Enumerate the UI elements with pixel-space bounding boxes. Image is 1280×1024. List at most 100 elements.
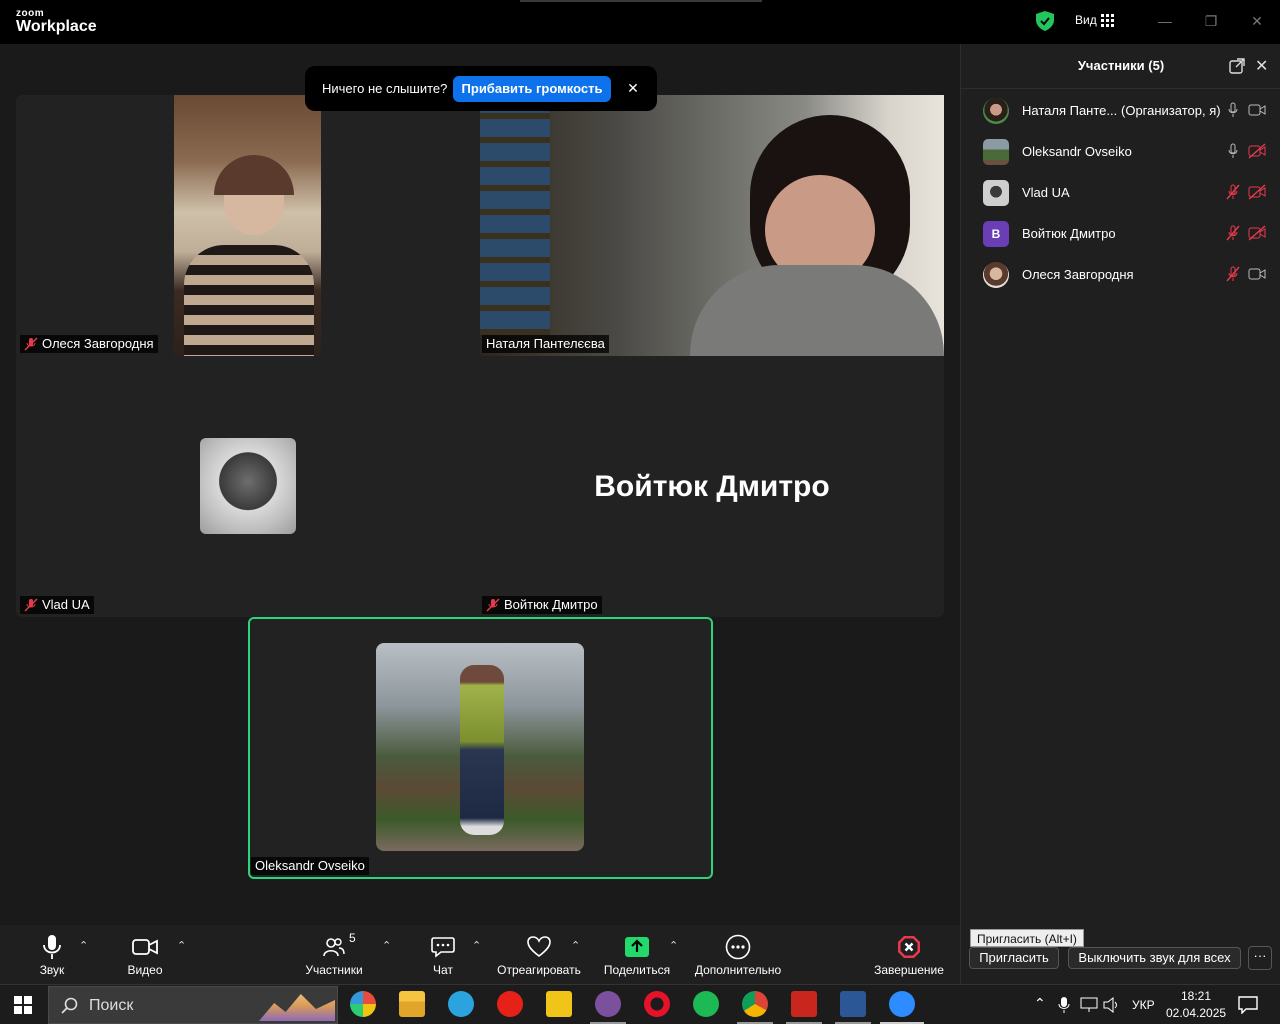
mic-muted-icon: [486, 598, 500, 612]
participant-row[interactable]: Олеся Завгородня: [961, 254, 1280, 295]
mic-muted-icon: [24, 598, 38, 612]
participant-name: Vlad UA: [1022, 185, 1070, 200]
participant-avatar: [983, 262, 1009, 288]
tray-microphone-icon[interactable]: [1058, 996, 1070, 1014]
notifications-icon[interactable]: [1238, 996, 1258, 1014]
minimize-button[interactable]: —: [1153, 10, 1177, 32]
chat-options-caret-icon[interactable]: ⌃: [472, 939, 481, 952]
share-screen-button[interactable]: Поделиться: [602, 931, 672, 977]
video-options-caret-icon[interactable]: ⌃: [177, 939, 186, 952]
audio-options-caret-icon[interactable]: ⌃: [79, 939, 88, 952]
participant-row[interactable]: Vlad UA: [961, 172, 1280, 213]
panel-more-button[interactable]: ···: [1248, 946, 1272, 970]
more-options-icon: [725, 934, 751, 960]
zoom-taskbar-icon[interactable]: [889, 991, 915, 1017]
mic-icon[interactable]: [1225, 102, 1241, 118]
voitiuk-name-display: Войтюк Дмитро: [594, 470, 830, 503]
view-button[interactable]: Вид: [1075, 13, 1097, 27]
viber-icon[interactable]: [595, 991, 621, 1017]
mic-muted-icon[interactable]: [1225, 266, 1241, 282]
taskbar-search[interactable]: Поиск: [48, 986, 338, 1024]
camera-off-icon[interactable]: [1248, 184, 1266, 200]
close-panel-icon[interactable]: ✕: [1255, 56, 1268, 76]
video-olesya[interactable]: [174, 95, 321, 356]
audio-button[interactable]: Звук: [30, 931, 74, 977]
windows-start-icon[interactable]: [14, 996, 32, 1014]
invite-tooltip: Пригласить (Alt+I): [970, 929, 1084, 947]
meeting-toolbar: Звук ⌃ Видео ⌃ 5 Участники ⌃ Чат ⌃ Отреа…: [0, 925, 960, 984]
microphone-icon: [43, 935, 61, 959]
participants-icon: [323, 938, 345, 957]
language-indicator[interactable]: УКР: [1132, 998, 1155, 1012]
mute-all-button[interactable]: Выключить звук для всех: [1068, 947, 1241, 969]
end-meeting-button[interactable]: Завершение: [872, 931, 946, 977]
zoom-window: zoom Workplace Вид — ❐ ✕ Олеся Завгородн…: [0, 0, 1280, 984]
photos-app-icon[interactable]: [350, 991, 376, 1017]
share-options-caret-icon[interactable]: ⌃: [669, 939, 678, 952]
game-app-icon[interactable]: [546, 991, 572, 1017]
avatar-oleksandr: [376, 643, 584, 851]
search-placeholder: Поиск: [89, 997, 134, 1014]
file-explorer-icon[interactable]: [399, 991, 425, 1017]
camera-off-icon[interactable]: [1248, 143, 1266, 159]
opera-icon[interactable]: [644, 991, 670, 1017]
mic-muted-icon[interactable]: [1225, 225, 1241, 241]
video-button[interactable]: Видео: [118, 931, 172, 977]
spotify-icon[interactable]: [693, 991, 719, 1017]
tray-overflow-caret-icon[interactable]: ⌃: [1034, 995, 1046, 1012]
acrobat-icon[interactable]: [791, 991, 817, 1017]
react-button[interactable]: Отреагировать: [496, 931, 582, 977]
pop-out-icon[interactable]: [1229, 58, 1245, 74]
drag-handle[interactable]: [520, 0, 762, 2]
name-olesya: Олеся Завгородня: [42, 336, 154, 351]
name-oleksandr: Oleksandr Ovseiko: [255, 858, 365, 873]
end-meeting-icon: [898, 936, 920, 958]
chat-button[interactable]: Чат: [426, 931, 460, 977]
clock-time[interactable]: 18:21: [1181, 989, 1211, 1003]
participants-label: Участники: [305, 963, 363, 977]
clock-date[interactable]: 02.04.2025: [1166, 1006, 1226, 1020]
chat-label: Чат: [433, 963, 453, 977]
mic-icon[interactable]: [1225, 143, 1241, 159]
participants-options-caret-icon[interactable]: ⌃: [382, 939, 391, 952]
increase-volume-button[interactable]: Прибавить громкость: [453, 76, 611, 102]
close-notification-button[interactable]: ✕: [623, 78, 643, 98]
volume-icon[interactable]: [1103, 997, 1121, 1013]
mic-muted-icon[interactable]: [1225, 184, 1241, 200]
panel-divider: [961, 88, 1280, 89]
youtube-music-icon[interactable]: [497, 991, 523, 1017]
participants-button[interactable]: 5 Участники: [302, 931, 366, 977]
restore-button[interactable]: ❐: [1199, 10, 1223, 32]
name-voitiuk: Войтюк Дмитро: [504, 597, 598, 612]
participant-row[interactable]: B Войтюк Дмитро: [961, 213, 1280, 254]
participants-count: 5: [349, 931, 356, 945]
chrome-icon[interactable]: [742, 991, 768, 1017]
participant-row[interactable]: Oleksandr Ovseiko: [961, 131, 1280, 172]
network-icon[interactable]: [1080, 997, 1098, 1013]
zoom-logo-workplace: Workplace: [16, 18, 97, 35]
react-options-caret-icon[interactable]: ⌃: [571, 939, 580, 952]
more-button[interactable]: Дополнительно: [692, 931, 784, 977]
camera-off-icon[interactable]: [1248, 225, 1266, 241]
view-grid-icon[interactable]: [1101, 14, 1114, 27]
notification-text: Ничего не слышите?: [322, 81, 448, 96]
participant-row[interactable]: Наталя Панте... (Организатор, я): [961, 90, 1280, 131]
close-window-button[interactable]: ✕: [1245, 10, 1269, 32]
word-icon[interactable]: [840, 991, 866, 1017]
mic-muted-icon: [24, 337, 38, 351]
title-bar: zoom Workplace Вид — ❐ ✕: [0, 0, 1280, 44]
name-tag-natalia: Наталя Пантелєєва: [482, 335, 609, 353]
participant-name: Oleksandr Ovseiko: [1022, 144, 1132, 159]
invite-button[interactable]: Пригласить: [969, 947, 1059, 969]
windows-taskbar: Поиск ⌃ УКР 18:21 02.04.2025: [0, 984, 1280, 1024]
camera-icon[interactable]: [1248, 102, 1266, 118]
video-natalia[interactable]: [480, 95, 944, 356]
telegram-icon[interactable]: [448, 991, 474, 1017]
security-shield-icon[interactable]: [1036, 11, 1054, 31]
video-label: Видео: [127, 963, 163, 977]
heart-icon: [527, 936, 551, 958]
chat-icon: [431, 937, 455, 958]
name-vlad: Vlad UA: [42, 597, 90, 612]
audio-notification: Ничего не слышите? Прибавить громкость ✕: [305, 66, 657, 111]
camera-icon[interactable]: [1248, 266, 1266, 282]
